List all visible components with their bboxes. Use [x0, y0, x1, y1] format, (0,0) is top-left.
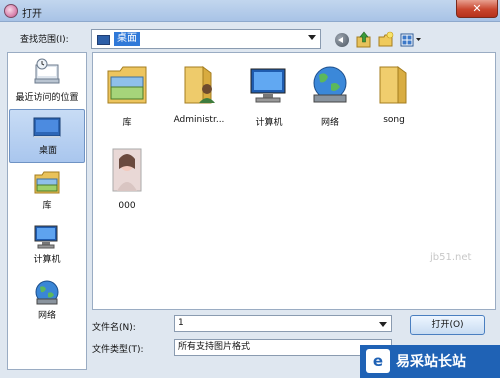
file-label: 库 — [122, 118, 132, 128]
desktop-icon — [33, 117, 61, 138]
file-item-network[interactable]: 网络 — [294, 59, 366, 139]
file-label: song — [383, 115, 405, 125]
place-label: 网络 — [37, 311, 56, 321]
user-folder-icon — [184, 66, 215, 104]
app-icon — [4, 4, 18, 18]
up-folder-icon — [356, 31, 371, 48]
back-button[interactable] — [333, 31, 351, 49]
file-item-song[interactable]: song — [358, 59, 430, 139]
libraries-folder-icon — [107, 66, 147, 104]
file-item-libraries[interactable]: 库 — [91, 59, 163, 139]
chevron-down-icon[interactable] — [308, 35, 316, 40]
image-thumbnail-icon — [112, 148, 142, 192]
file-label: 网络 — [320, 118, 339, 128]
window-title: 打开 — [22, 9, 42, 20]
chevron-down-icon[interactable] — [379, 322, 387, 327]
place-label: 最近访问的位置 — [15, 93, 79, 103]
watermark-url: jb51.net — [430, 252, 472, 263]
computer-icon — [34, 225, 58, 249]
views-menu-icon — [400, 33, 421, 47]
file-label: 000 — [118, 201, 136, 211]
close-button[interactable]: ✕ — [456, 0, 498, 18]
place-label: 计算机 — [33, 255, 61, 265]
filetype-label: 文件类型(T): — [92, 345, 144, 355]
watermark-logo: e — [366, 349, 390, 373]
file-label: Administr... — [173, 115, 225, 125]
up-folder-button[interactable] — [355, 31, 373, 49]
open-button[interactable]: 打开(O) — [410, 315, 485, 335]
file-item-000[interactable]: 000 — [91, 145, 163, 225]
places-bar: 最近访问的位置 桌面 库 计算机 网络 — [7, 52, 87, 370]
lookin-dropdown[interactable]: 桌面 — [91, 29, 321, 49]
place-label: 库 — [42, 201, 52, 211]
network-icon — [313, 66, 347, 103]
place-desktop[interactable]: 桌面 — [9, 109, 85, 163]
place-computer[interactable]: 计算机 — [9, 219, 85, 273]
libraries-icon — [34, 171, 60, 194]
recent-places-icon — [34, 58, 60, 84]
desktop-mini-icon — [97, 35, 110, 45]
new-folder-icon — [378, 31, 394, 47]
filename-label: 文件名(N): — [92, 323, 136, 333]
filetype-value: 所有支持图片格式 — [178, 342, 251, 352]
place-recent[interactable]: 最近访问的位置 — [9, 55, 85, 109]
lookin-value: 桌面 — [114, 32, 140, 46]
place-label: 桌面 — [38, 146, 57, 156]
network-icon — [35, 280, 59, 305]
file-list: 库 Administr... 计算机 网络 song 000 — [92, 52, 496, 310]
folder-icon — [379, 66, 407, 104]
lookin-label: 查找范围(I): — [20, 35, 69, 45]
computer-icon — [250, 68, 286, 103]
filename-value: 1 — [178, 318, 184, 328]
views-button[interactable] — [399, 31, 423, 49]
filename-input[interactable]: 1 — [174, 315, 392, 332]
watermark: e 易采站长站 — [360, 345, 500, 378]
watermark-brand: 易采站长站 — [396, 354, 466, 370]
place-libraries[interactable]: 库 — [9, 165, 85, 219]
title-bar: 打开 ✕ — [0, 0, 500, 22]
new-folder-button[interactable] — [377, 31, 395, 49]
place-network[interactable]: 网络 — [9, 275, 85, 329]
file-item-administrator[interactable]: Administr... — [163, 59, 235, 139]
